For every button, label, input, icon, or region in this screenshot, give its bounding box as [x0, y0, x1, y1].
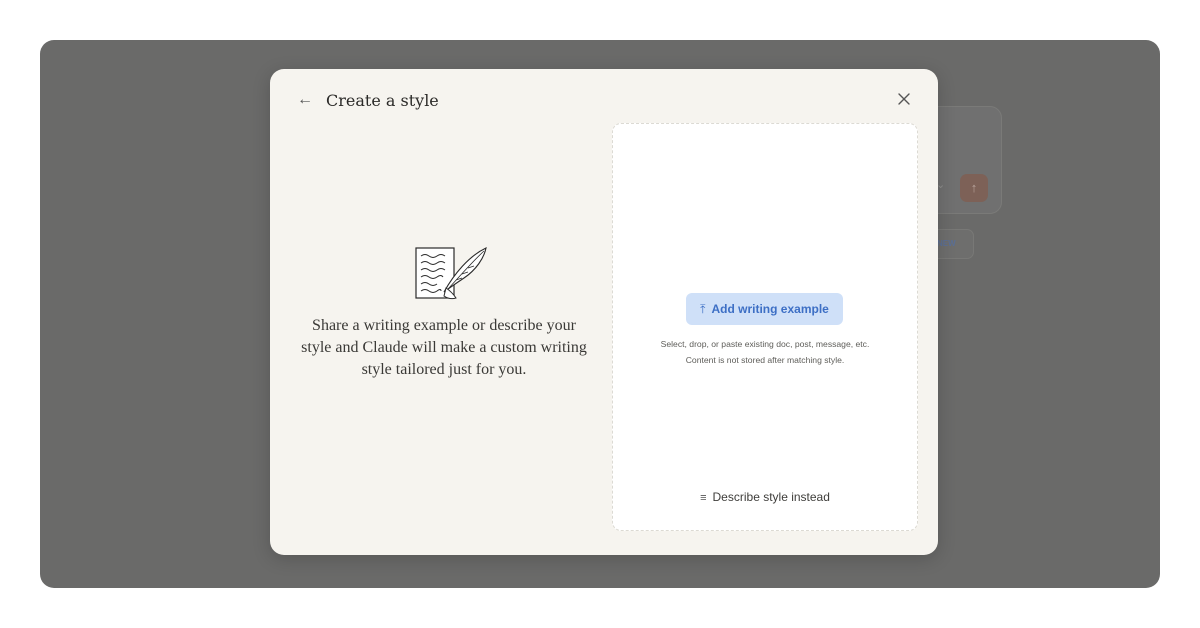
writing-example-dropzone[interactable]: ⤒ Add writing example Select, drop, or pa… [612, 123, 918, 531]
upload-icon: ⤒ [700, 302, 706, 316]
create-style-modal: ← Create a style Share a writing example… [270, 69, 938, 555]
describe-style-instead-button[interactable]: ≡ Describe style instead [613, 490, 917, 504]
arrow-up-icon: ↑ [970, 180, 978, 195]
quill-writing-illustration-icon [415, 247, 487, 300]
hint-line-2: Content is not stored after matching sty… [685, 355, 845, 365]
describe-style-label: Describe style instead [712, 490, 830, 504]
text-lines-icon: ≡ [700, 492, 707, 504]
add-writing-example-button[interactable]: ⤒ Add writing example [686, 293, 843, 325]
add-writing-example-label: Add writing example [711, 302, 829, 316]
dropzone-hint: Select, drop, or paste existing doc, pos… [613, 336, 917, 368]
intro-pane: Share a writing example or describe your… [270, 69, 612, 555]
hint-line-1: Select, drop, or paste existing doc, pos… [660, 339, 870, 349]
background-send-button: ↑ [960, 174, 988, 202]
close-icon[interactable] [894, 89, 914, 109]
new-badge-label: NEW [937, 239, 956, 248]
intro-description: Share a writing example or describe your… [301, 317, 587, 378]
